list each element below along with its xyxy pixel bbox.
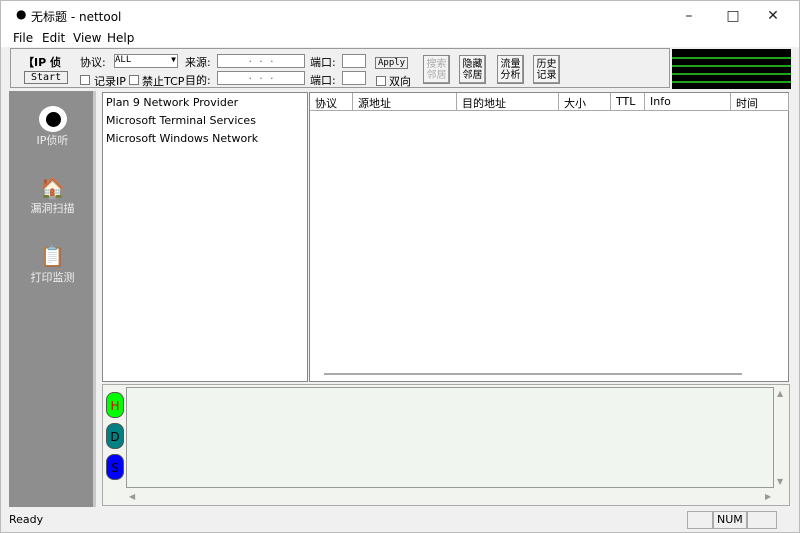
provider-list: Plan 9 Network Provider Microsoft Termin… <box>102 92 308 382</box>
app-window: ● 无标题 - nettool – □ ✕ File Edit View Hel… <box>0 0 800 533</box>
record-ip-checkbox[interactable] <box>80 75 90 85</box>
dest-label: 目的: <box>185 74 211 87</box>
minimize-button[interactable]: – <box>674 5 704 27</box>
sidebar-item-print-monitor[interactable]: 📋 打印监测 <box>9 243 96 285</box>
menu-edit[interactable]: Edit <box>42 31 65 45</box>
protocol-value: ALL <box>115 55 132 65</box>
chevron-down-icon: ▼ <box>171 55 176 64</box>
list-item[interactable]: Microsoft Windows Network <box>106 132 258 145</box>
traffic-monitor <box>672 49 791 89</box>
sidebar: IP侦听 🏠 漏洞扫描 📋 打印监测 <box>9 91 96 507</box>
column-header-protocol[interactable]: 协议 <box>310 93 353 111</box>
toolbar: 【IP 侦 Start 协议: ALL ▼ 记录IP 禁止TCP 来源: . .… <box>10 48 670 88</box>
horizontal-scrollbar[interactable] <box>324 373 742 375</box>
history-button[interactable]: 历史记录 <box>533 55 560 84</box>
monitor-line <box>672 81 791 83</box>
scroll-left-icon[interactable]: ◀ <box>129 492 135 501</box>
dest-port-input[interactable] <box>342 71 366 85</box>
status-box <box>747 511 777 529</box>
s-button[interactable]: S <box>106 454 124 480</box>
sidebar-item-vuln-scan[interactable]: 🏠 漏洞扫描 <box>9 176 96 216</box>
scroll-up-icon[interactable]: ▲ <box>777 389 783 398</box>
monitor-line <box>672 57 791 59</box>
menu-bar: File Edit View Help <box>1 31 799 47</box>
bidirectional-label: 双向 <box>389 75 411 88</box>
packet-table: 协议 源地址 目的地址 大小 TTL Info 时间 <box>309 92 789 382</box>
log-panel: H D S ▲ ▼ ◀ ▶ <box>102 384 790 506</box>
close-button[interactable]: ✕ <box>758 5 788 27</box>
menu-help[interactable]: Help <box>107 31 134 45</box>
sidebar-item-label: IP侦听 <box>36 134 69 147</box>
sidebar-item-ip-sniff[interactable]: IP侦听 <box>9 106 96 148</box>
house-clock-icon: 🏠 <box>40 176 65 200</box>
bidirectional-checkbox[interactable] <box>376 76 386 86</box>
app-icon: ● <box>16 7 27 21</box>
column-header-source[interactable]: 源地址 <box>353 93 457 111</box>
source-label: 来源: <box>185 56 211 69</box>
num-indicator: NUM <box>713 511 747 529</box>
start-button[interactable]: Start <box>24 71 69 84</box>
dest-port-label: 端口: <box>310 74 336 87</box>
source-port-input[interactable] <box>342 54 366 68</box>
monitor-line <box>672 65 791 67</box>
traffic-analysis-button[interactable]: 流量分析 <box>497 55 524 84</box>
search-neighbors-button[interactable]: 搜索邻居 <box>423 55 450 84</box>
mode-label: 【IP 侦 <box>23 56 61 69</box>
h-button[interactable]: H <box>106 392 124 418</box>
scroll-right-icon[interactable]: ▶ <box>765 492 771 501</box>
status-box <box>687 511 713 529</box>
column-header-dest[interactable]: 目的地址 <box>457 93 559 111</box>
column-header-time[interactable]: 时间 <box>731 93 789 111</box>
title-bar: ● 无标题 - nettool – □ ✕ <box>1 1 799 31</box>
list-item[interactable]: Plan 9 Network Provider <box>106 96 238 109</box>
status-text: Ready <box>9 513 44 526</box>
column-header-size[interactable]: 大小 <box>559 93 611 111</box>
menu-view[interactable]: View <box>73 31 101 45</box>
sidebar-item-label: 打印监测 <box>30 271 75 284</box>
log-textarea[interactable] <box>126 387 774 488</box>
source-ip-input[interactable]: . . . <box>217 54 305 68</box>
status-bar: Ready NUM <box>1 509 799 531</box>
hide-neighbors-button[interactable]: 隐藏邻居 <box>459 55 486 84</box>
protocol-select[interactable]: ALL ▼ <box>114 54 178 68</box>
maximize-button[interactable]: □ <box>718 5 748 27</box>
dest-ip-input[interactable]: . . . <box>217 71 305 85</box>
d-button[interactable]: D <box>106 423 124 449</box>
clipboard-icon: 📋 <box>40 244 65 268</box>
column-header-ttl[interactable]: TTL <box>611 93 645 111</box>
apply-button[interactable]: Apply <box>375 57 409 69</box>
block-tcp-checkbox[interactable] <box>129 75 139 85</box>
window-title: 无标题 - nettool <box>31 10 122 24</box>
eye-icon <box>38 106 67 132</box>
source-port-label: 端口: <box>310 56 336 69</box>
protocol-label: 协议: <box>80 56 106 69</box>
record-ip-label: 记录IP <box>94 75 126 88</box>
list-item[interactable]: Microsoft Terminal Services <box>106 114 256 127</box>
column-header-info[interactable]: Info <box>645 93 731 111</box>
menu-file[interactable]: File <box>13 31 33 45</box>
scroll-down-icon[interactable]: ▼ <box>777 477 783 486</box>
monitor-line <box>672 73 791 75</box>
block-tcp-label: 禁止TCP <box>142 75 185 88</box>
sidebar-item-label: 漏洞扫描 <box>30 202 75 215</box>
